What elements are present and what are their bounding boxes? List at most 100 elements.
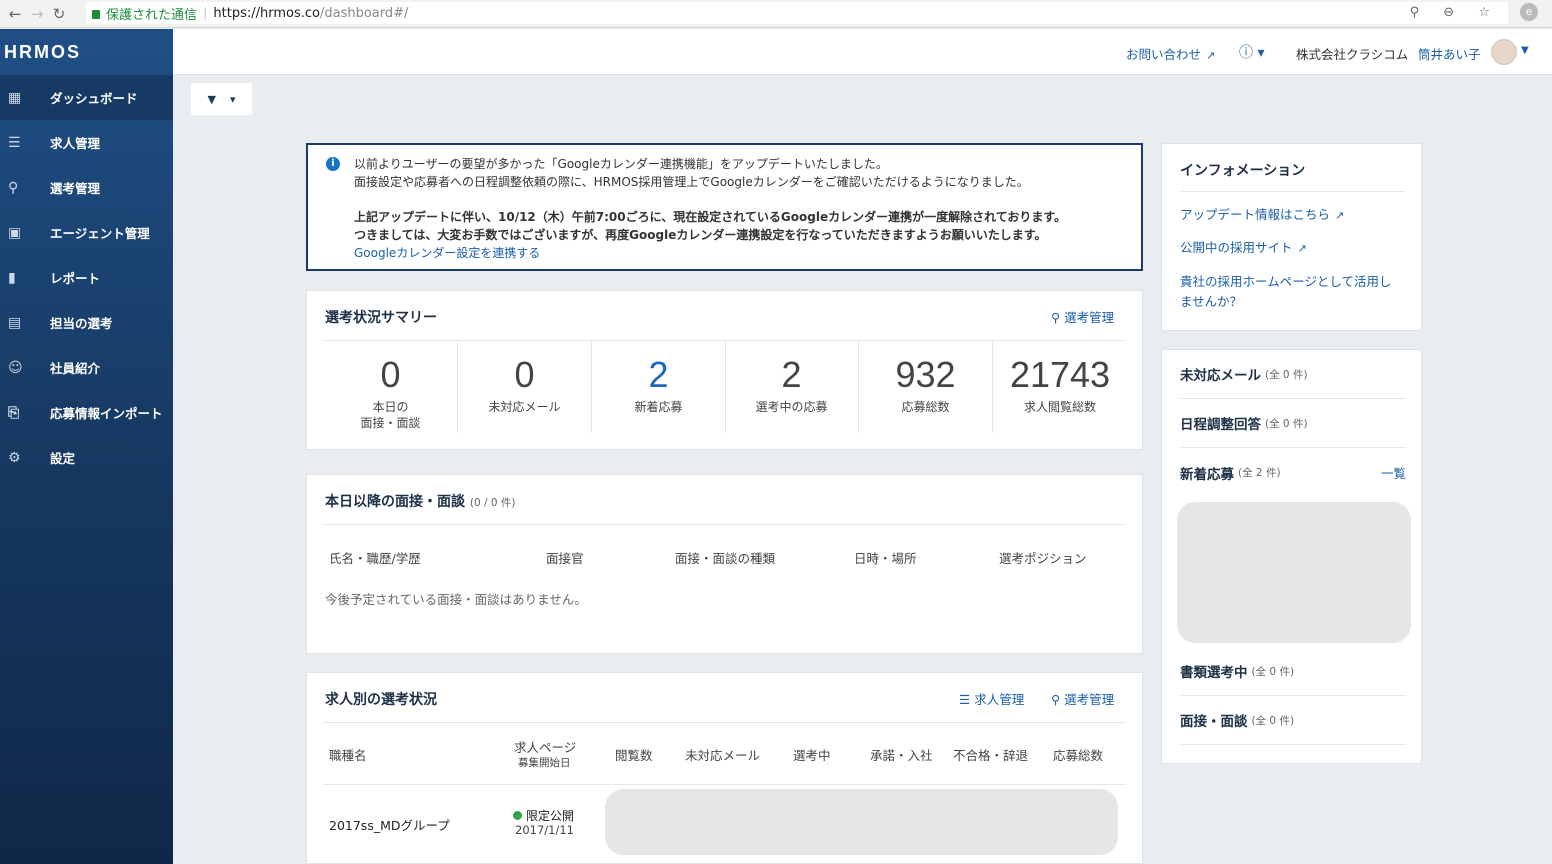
sidebar-item-label: 選考管理 bbox=[50, 181, 101, 196]
status-row-interviews[interactable]: 面接・面談 (全 0 件) bbox=[1180, 696, 1406, 745]
stat-label: 選考中の応募 bbox=[755, 400, 828, 414]
recruit-site-link[interactable]: 公開中の採用サイト ↗ bbox=[1180, 238, 1307, 259]
forward-icon[interactable]: → bbox=[26, 5, 48, 23]
url-separator: | bbox=[203, 5, 208, 21]
sidebar-item-settings[interactable]: ⚙ 設定 bbox=[0, 435, 173, 480]
view-all-link[interactable]: 一覧 bbox=[1381, 463, 1406, 482]
jobs-status-card: 求人別の選考状況 ☰ 求人管理 ⚲ 選考管理 職種名 求人ページ 募集開始日 閲… bbox=[306, 672, 1143, 864]
information-card: インフォメーション アップデート情報はこちら ↗ 公開中の採用サイト ↗ 貴社の採用… bbox=[1161, 143, 1422, 331]
status-title: 未対応メール bbox=[1180, 368, 1261, 384]
notice-line: つきましては、大変お手数ではございますが、再度Googleカレンダー連携設定を行… bbox=[354, 228, 1047, 242]
help-icon[interactable]: ⓘ ▾ bbox=[1239, 42, 1264, 62]
url-host: https://hrmos.co bbox=[213, 5, 320, 21]
status-title: 書類選考中 bbox=[1180, 665, 1248, 681]
stat-unhandled-mail[interactable]: 0 未対応メール bbox=[458, 341, 592, 433]
secure-label: 保護された通信 bbox=[106, 7, 198, 23]
user-name[interactable]: 筒井あい子 bbox=[1418, 44, 1481, 63]
sidebar-item-label: 設定 bbox=[50, 451, 76, 466]
notice-banner: i 以前よりユーザーの要望が多かった「Googleカレンダー連携機能」をアップデ… bbox=[306, 143, 1143, 271]
status-dot-icon bbox=[513, 811, 522, 820]
column-header: 不合格・辞退 bbox=[953, 748, 1029, 763]
status-row-document-screening[interactable]: 書類選考中 (全 0 件) bbox=[1180, 647, 1406, 696]
status-title: 面接・面談 bbox=[1180, 714, 1248, 730]
stat-value: 2 bbox=[648, 354, 669, 395]
stat-value: 21743 bbox=[1009, 354, 1111, 395]
card-title: 選考状況サマリー bbox=[325, 310, 437, 326]
dashboard-icon: ▦ bbox=[8, 89, 22, 106]
stat-total-applications[interactable]: 932 応募総数 bbox=[859, 341, 993, 433]
status-count: (全 0 件) bbox=[1251, 665, 1295, 678]
omnibox-icons[interactable]: ⚲ ⊖ ☆ bbox=[1410, 5, 1500, 20]
column-header: 選考ポジション bbox=[999, 551, 1087, 566]
stat-in-progress[interactable]: 2 選考中の応募 bbox=[725, 341, 859, 433]
avatar[interactable] bbox=[1491, 39, 1517, 65]
notice-line: 以前よりユーザーの要望が多かった「Googleカレンダー連携機能」をアップデート… bbox=[354, 157, 888, 171]
stat-new-applications[interactable]: 2 新着応募 bbox=[592, 341, 726, 433]
divider bbox=[323, 784, 1126, 785]
stat-total-views[interactable]: 21743 求人閲覧総数 bbox=[993, 341, 1127, 433]
notice-line: 上記アップデートに伴い、10/12（木）午前7:00ごろに、現在設定されているG… bbox=[354, 210, 1067, 224]
loading-placeholder bbox=[1177, 502, 1411, 643]
column-header: 求人ページ bbox=[514, 740, 577, 755]
status-row-schedule-reply[interactable]: 日程調整回答 (全 0 件) bbox=[1180, 399, 1406, 448]
sidebar-item-import[interactable]: ⎘ 応募情報インポート bbox=[0, 390, 173, 435]
sidebar-item-agents[interactable]: ▣ エージェント管理 bbox=[0, 210, 173, 255]
sidebar-item-referral[interactable]: ☺ 社員紹介 bbox=[0, 345, 173, 390]
sidebar-item-dashboard[interactable]: ▦ ダッシュボード bbox=[0, 75, 173, 120]
filter-button[interactable]: ▼ ▾ bbox=[191, 83, 252, 115]
import-icon: ⎘ bbox=[8, 404, 20, 421]
contact-label: お問い合わせ bbox=[1126, 47, 1202, 62]
top-header: お問い合わせ ↗ ⓘ ▾ 株式会社クラシコム 筒井あい子 ▼ bbox=[173, 29, 1552, 75]
sidebar-item-label: 応募情報インポート bbox=[50, 406, 163, 421]
chevron-down-icon[interactable]: ▼ bbox=[1521, 45, 1529, 56]
upcoming-interviews-card: 本日以降の面接・面談 (0 / 0 件) 氏名・職歴/学歴 面接官 面接・面談の… bbox=[306, 474, 1143, 654]
status-row-unhandled-mail[interactable]: 未対応メール (全 0 件) bbox=[1180, 350, 1406, 399]
address-bar[interactable]: 保護された通信 | https://hrmos.co /dashboard#/ … bbox=[86, 2, 1508, 24]
status-row-new-applications[interactable]: 新着応募 (全 2 件) 一覧 bbox=[1180, 448, 1406, 497]
selection-management-link[interactable]: ⚲ 選考管理 bbox=[1051, 307, 1114, 326]
link-label: ませんか？ bbox=[1180, 294, 1243, 309]
job-icon: ☰ bbox=[959, 692, 975, 707]
sidebar-item-reports[interactable]: ▮ レポート bbox=[0, 255, 173, 300]
extension-icon[interactable]: e bbox=[1520, 3, 1538, 21]
homepage-promo-link[interactable]: 貴社の採用ホームページとして活用し ませんか？ bbox=[1180, 272, 1392, 312]
back-icon[interactable]: ← bbox=[4, 5, 26, 23]
link-label: アップデート情報はこちら bbox=[1180, 207, 1331, 222]
selection-management-link[interactable]: ⚲ 選考管理 bbox=[1051, 689, 1114, 708]
card-title: インフォメーション bbox=[1180, 163, 1306, 179]
link-label: 選考管理 bbox=[1064, 310, 1115, 325]
update-info-link[interactable]: アップデート情報はこちら ↗ bbox=[1180, 205, 1344, 226]
column-header: 閲覧数 bbox=[615, 748, 653, 763]
divider bbox=[323, 722, 1126, 723]
sidebar-item-assigned[interactable]: ▤ 担当の選考 bbox=[0, 300, 173, 345]
reload-icon[interactable]: ↻ bbox=[48, 5, 70, 23]
stat-label: 面接・面談 bbox=[360, 416, 421, 430]
empty-message: 今後予定されている面接・面談はありません。 bbox=[325, 592, 587, 607]
sidebar-item-selection[interactable]: ⚲ 選考管理 bbox=[0, 165, 173, 210]
stat-label: 新着応募 bbox=[634, 400, 683, 414]
hrmos-logo[interactable]: HRMOS bbox=[0, 29, 173, 75]
company-name: 株式会社クラシコム bbox=[1296, 47, 1409, 62]
card-title-text: 本日以降の面接・面談 bbox=[325, 494, 465, 510]
url-path: /dashboard#/ bbox=[319, 5, 409, 21]
job-status: 限定公開 bbox=[513, 807, 574, 824]
calendar-settings-link[interactable]: Googleカレンダー設定を連携する bbox=[354, 244, 1125, 262]
sidebar-item-label: 担当の選考 bbox=[50, 316, 113, 331]
loading-placeholder bbox=[605, 789, 1118, 855]
stat-today-interviews[interactable]: 0 本日の 面接・面談 bbox=[324, 341, 458, 433]
job-management-link[interactable]: ☰ 求人管理 bbox=[959, 689, 1024, 708]
search-icon: ⚲ bbox=[1051, 310, 1065, 325]
link-label: 選考管理 bbox=[1064, 692, 1115, 707]
stat-value: 0 bbox=[514, 354, 535, 395]
status-count: (全 0 件) bbox=[1265, 368, 1308, 381]
stat-value: 2 bbox=[781, 354, 802, 395]
job-name[interactable]: 2017ss_MDグループ bbox=[329, 815, 450, 834]
column-header: 面接官 bbox=[546, 551, 584, 566]
stat-label: 応募総数 bbox=[901, 400, 950, 414]
contact-link[interactable]: お問い合わせ ↗ bbox=[1126, 44, 1215, 63]
column-header: 氏名・職歴/学歴 bbox=[329, 551, 421, 566]
job-start-date: 2017/1/11 bbox=[515, 823, 574, 837]
people-icon: ☺ bbox=[8, 359, 23, 376]
sidebar-item-jobs[interactable]: ☰ 求人管理 bbox=[0, 120, 173, 165]
interview-count: (0 / 0 件) bbox=[469, 497, 516, 509]
